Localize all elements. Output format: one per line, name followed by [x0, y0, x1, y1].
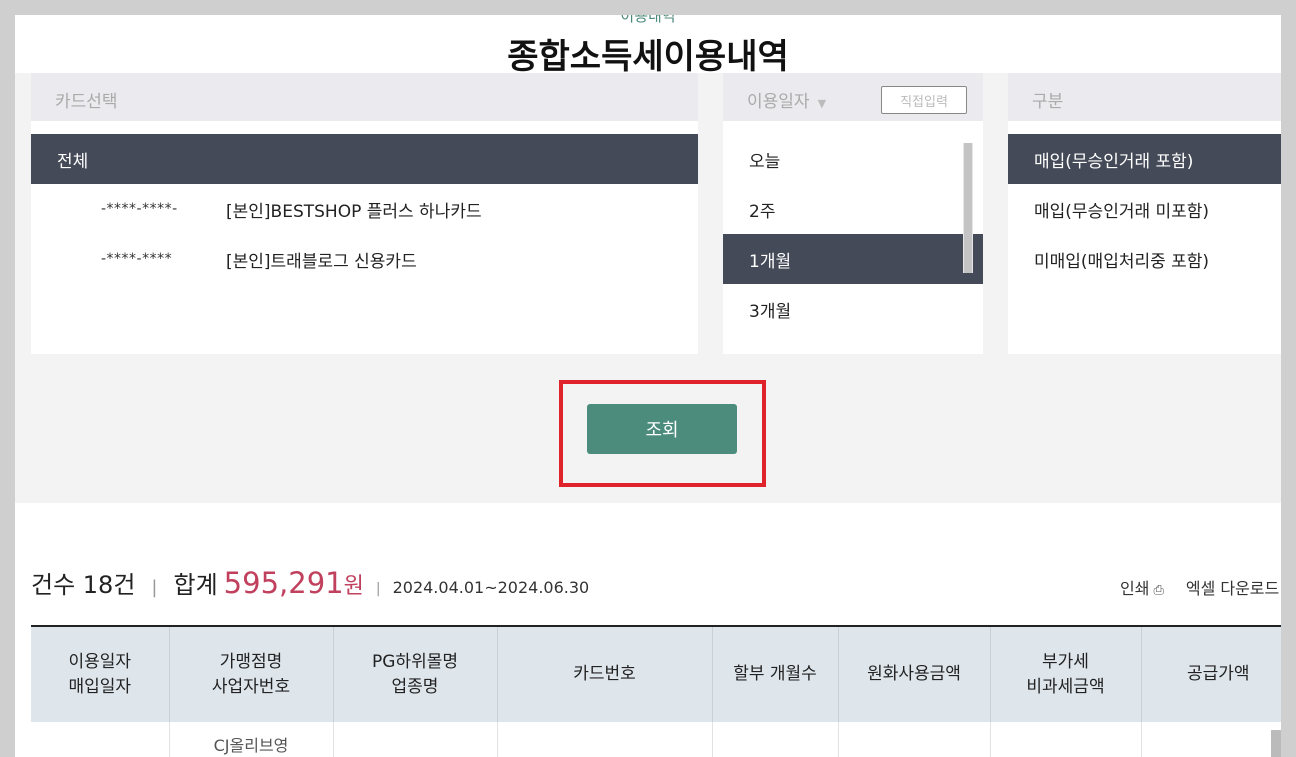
- page-scrollbar[interactable]: [1271, 730, 1281, 757]
- search-button[interactable]: 조회: [587, 404, 737, 454]
- date-item-label: 2주: [749, 201, 776, 222]
- print-icon: ⎙: [1153, 583, 1164, 598]
- col-label: 할부 개월수: [733, 664, 817, 684]
- date-item-label: 오늘: [749, 151, 781, 172]
- total-label: 합계: [173, 571, 218, 599]
- date-item-2weeks[interactable]: 2주: [723, 184, 983, 234]
- type-select-header: 구분: [1008, 73, 1281, 121]
- type-item-purchase-incl[interactable]: 매입(무승인거래 포함): [1008, 134, 1281, 184]
- table-row[interactable]: CJ올리브영: [31, 722, 1281, 757]
- type-select-panel: 구분 매입(무승인거래 포함) 매입(무승인거래 미포함) 미매입(매입처리중 …: [1008, 73, 1281, 354]
- date-select-header-label[interactable]: 이용일자 ▼: [747, 87, 826, 112]
- date-header-text: 이용일자: [747, 92, 810, 112]
- card-item-bestshop[interactable]: -****-****- [본인]BESTSHOP 플러스 하나카드: [31, 184, 698, 234]
- card-select-header: 카드선택: [31, 73, 698, 121]
- col-label: 이용일자: [68, 651, 132, 672]
- print-label: 인쇄: [1119, 579, 1150, 598]
- date-item-label: 3개월: [749, 301, 792, 322]
- date-select-header: 이용일자 ▼ 직접입력: [723, 73, 983, 121]
- col-label: 가맹점명: [219, 651, 283, 672]
- result-actions: 인쇄⎙ 엑셀 다운로드⤓: [1120, 575, 1281, 599]
- col-label: 사업자번호: [211, 676, 291, 697]
- page-title: 종합소득세이용내역: [507, 37, 789, 77]
- card-name: [본인]트래블로그 신용카드: [226, 251, 417, 272]
- date-select-panel: 이용일자 ▼ 직접입력 오늘 2주 1개월 3개월: [723, 73, 983, 354]
- col-label: 카드번호: [573, 664, 636, 684]
- currency-unit: 원: [343, 574, 364, 599]
- result-table: 이용일자매입일자 가맹점명사업자번호 PG하위몰명업종명 카드번호 할부 개월수…: [31, 625, 1281, 757]
- col-label: 업종명: [391, 676, 439, 697]
- page: 이용내역 종합소득세이용내역 카드선택 전체 -****-****- [본인]B…: [15, 15, 1281, 757]
- cell: [711, 722, 838, 757]
- excel-download-label: 엑셀 다운로드: [1185, 579, 1280, 598]
- col-vat[interactable]: 부가세비과세금액: [989, 625, 1141, 722]
- date-item-today[interactable]: 오늘: [723, 134, 983, 184]
- result-summary: 건수 18건 | 합계 595,291 원 | 2024.04.01~2024.…: [31, 565, 1281, 605]
- cell: [989, 722, 1141, 757]
- col-label: 공급가액: [1186, 664, 1250, 684]
- caret-down-icon: ▼: [817, 97, 827, 110]
- modal-backdrop-edge: [1281, 15, 1296, 757]
- cell: [31, 722, 169, 757]
- cell: CJ올리브영: [168, 722, 333, 757]
- scrollbar-thumb[interactable]: [964, 143, 972, 273]
- cell: [837, 722, 990, 757]
- type-select-header-label: 구분: [1032, 92, 1064, 112]
- date-item-label: 1개월: [749, 251, 792, 272]
- table-header-row: 이용일자매입일자 가맹점명사업자번호 PG하위몰명업종명 카드번호 할부 개월수…: [31, 625, 1281, 722]
- filter-area: 카드선택 전체 -****-****- [본인]BESTSHOP 플러스 하나카…: [15, 73, 1281, 503]
- date-item-1month[interactable]: 1개월: [723, 234, 983, 284]
- direct-input-button[interactable]: 직접입력: [881, 86, 967, 114]
- page-subtitle: 이용내역: [620, 15, 676, 25]
- date-item-3months[interactable]: 3개월: [723, 284, 983, 334]
- cell: [332, 722, 497, 757]
- card-item-label: 전체: [57, 151, 89, 172]
- col-card-number[interactable]: 카드번호: [496, 625, 712, 722]
- summary-divider: |: [151, 577, 158, 598]
- type-item-label: 매입(무승인거래 포함): [1034, 151, 1194, 172]
- print-button[interactable]: 인쇄 ⎙: [1120, 575, 1164, 599]
- excel-download-button[interactable]: 엑셀 다운로드⤓: [1186, 575, 1281, 599]
- cell: [1140, 722, 1281, 757]
- col-label: 비과세금액: [1026, 676, 1105, 697]
- col-label: 원화사용금액: [867, 664, 961, 684]
- col-installment[interactable]: 할부 개월수: [711, 625, 838, 722]
- cell: [496, 722, 712, 757]
- date-list-scrollbar[interactable]: [963, 143, 973, 273]
- period-range: 2024.04.01~2024.06.30: [392, 578, 590, 597]
- col-supply-amount[interactable]: 공급가액: [1140, 625, 1281, 722]
- col-krw-amount[interactable]: 원화사용금액: [837, 625, 990, 722]
- col-label: 매입일자: [68, 676, 132, 697]
- total-amount: 595,291: [223, 566, 344, 600]
- summary-divider: |: [375, 581, 381, 597]
- card-select-header-label: 카드선택: [55, 92, 118, 112]
- result-count: 건수 18건: [31, 571, 136, 599]
- col-use-date[interactable]: 이용일자매입일자: [31, 625, 169, 722]
- card-number: -****-****: [101, 251, 173, 267]
- col-label: PG하위몰명: [372, 651, 458, 672]
- card-item-travellog[interactable]: -****-**** [본인]트래블로그 신용카드: [31, 234, 698, 284]
- card-number: -****-****-: [101, 201, 178, 217]
- col-merchant[interactable]: 가맹점명사업자번호: [168, 625, 333, 722]
- type-item-label: 미매입(매입처리중 포함): [1034, 251, 1210, 272]
- card-select-panel: 카드선택 전체 -****-****- [본인]BESTSHOP 플러스 하나카…: [31, 73, 698, 354]
- col-pg-mall[interactable]: PG하위몰명업종명: [332, 625, 497, 722]
- type-item-purchase-excl[interactable]: 매입(무승인거래 미포함): [1008, 184, 1281, 234]
- col-label: 부가세: [1042, 651, 1089, 672]
- card-item-all[interactable]: 전체: [31, 134, 698, 184]
- type-item-unpurchased[interactable]: 미매입(매입처리중 포함): [1008, 234, 1281, 284]
- type-item-label: 매입(무승인거래 미포함): [1034, 201, 1210, 222]
- card-name: [본인]BESTSHOP 플러스 하나카드: [226, 201, 482, 222]
